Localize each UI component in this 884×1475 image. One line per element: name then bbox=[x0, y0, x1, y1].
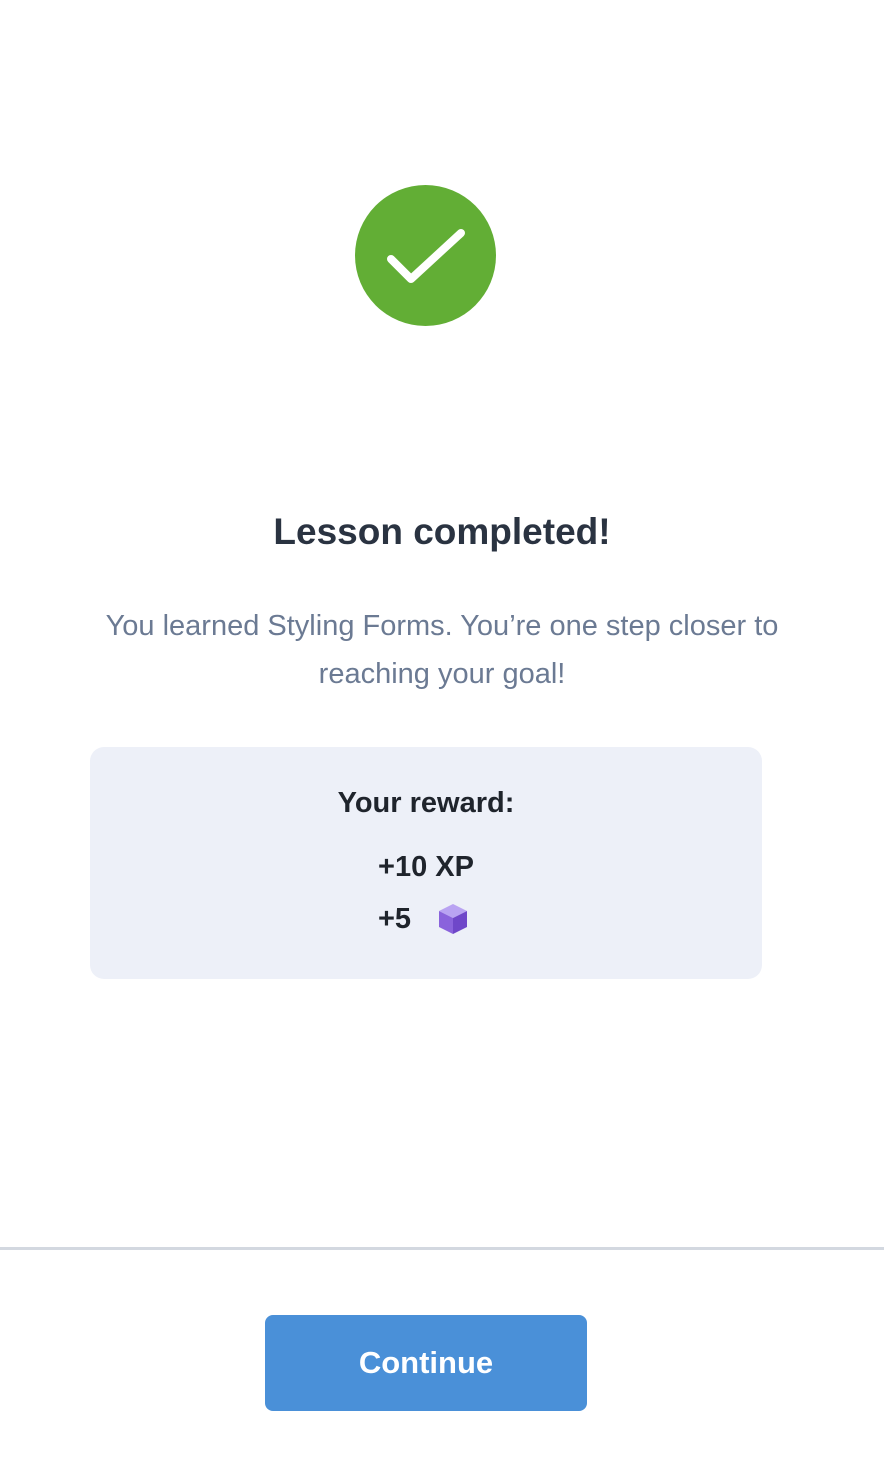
completion-message: You learned Styling Forms. You’re one st… bbox=[105, 610, 779, 690]
reward-heading: Your reward: bbox=[337, 787, 515, 819]
reward-card: Your reward: +10 XP +5 bbox=[90, 747, 762, 979]
purple-cube-icon bbox=[437, 902, 469, 936]
continue-button[interactable]: Continue bbox=[265, 1315, 587, 1411]
page-title: Lesson completed! bbox=[273, 511, 611, 552]
footer-divider bbox=[0, 1247, 884, 1250]
reward-gems: +5 bbox=[378, 899, 469, 939]
reward-gems-value: +5 bbox=[378, 903, 412, 935]
checkmark-circle-icon bbox=[355, 185, 496, 326]
reward-xp: +10 XP bbox=[378, 851, 474, 883]
checkmark-icon bbox=[387, 229, 465, 283]
